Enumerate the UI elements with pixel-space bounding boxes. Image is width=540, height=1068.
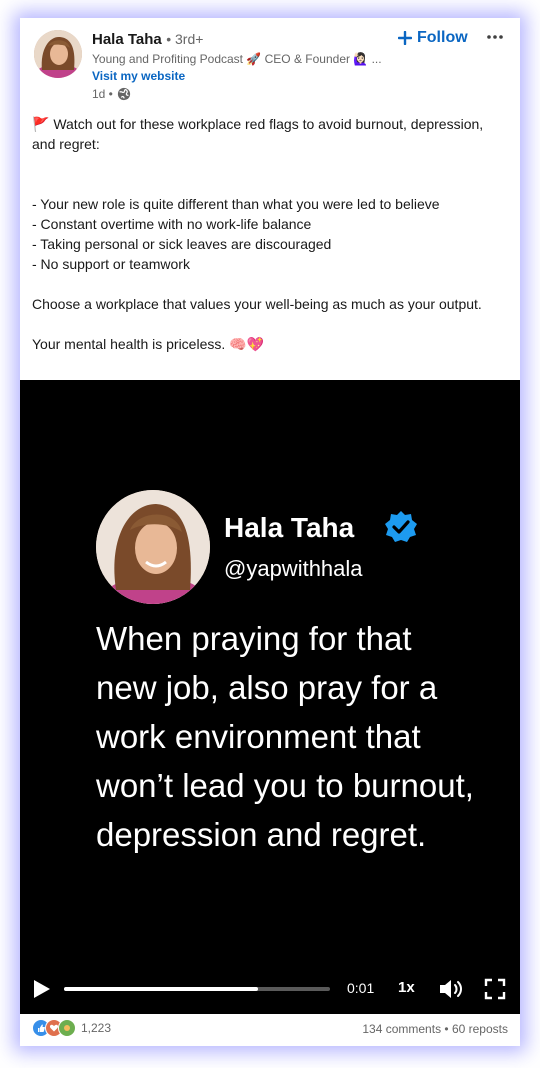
- author-headline: Young and Profiting Podcast 🚀 CEO & Foun…: [92, 52, 382, 66]
- fullscreen-icon[interactable]: [484, 978, 506, 1000]
- video-author-name: Hala Taha: [224, 512, 355, 543]
- author-name[interactable]: Hala Taha: [92, 31, 162, 48]
- social-counts: 1,223 134 comments • 60 reposts: [20, 1016, 520, 1044]
- video-player[interactable]: Hala Taha @yapwithhala When praying for …: [20, 380, 520, 1014]
- support-reaction-icon: [58, 1019, 76, 1037]
- play-icon[interactable]: [32, 978, 52, 1000]
- reaction-count: 1,223: [81, 1021, 112, 1035]
- visit-website-link[interactable]: Visit my website: [92, 69, 185, 83]
- engagement-stats: 134 comments • 60 reposts: [362, 1022, 508, 1036]
- post-line: 🚩 Watch out for these workplace red flag…: [32, 116, 484, 152]
- follow-label: Follow: [417, 29, 468, 46]
- post-line: - Your new role is quite different than …: [32, 196, 440, 212]
- author-name-row: Hala Taha • 3rd+: [92, 31, 203, 49]
- progress-fill: [64, 987, 259, 991]
- plus-icon: [398, 31, 412, 45]
- post-line: Choose a workplace that values your well…: [32, 296, 482, 312]
- volume-icon[interactable]: [438, 977, 464, 1001]
- video-avatar: [96, 490, 210, 604]
- post-time: 1d •: [92, 87, 113, 101]
- post-meta: 1d •: [92, 87, 131, 101]
- stats-separator: •: [444, 1022, 449, 1036]
- ellipsis-icon: [487, 35, 503, 39]
- post-text: 🚩 Watch out for these workplace red flag…: [32, 114, 508, 354]
- more-options-button[interactable]: [484, 26, 506, 48]
- globe-icon: [117, 87, 131, 101]
- post-line: - No support or teamwork: [32, 256, 190, 272]
- reactions-summary[interactable]: 1,223: [32, 1019, 111, 1037]
- playback-speed-button[interactable]: 1x: [398, 979, 415, 996]
- video-quote: When praying for that new job, also pray…: [96, 620, 474, 853]
- reposts-count[interactable]: 60 reposts: [452, 1022, 508, 1036]
- author-avatar[interactable]: [34, 30, 82, 78]
- current-time: 0:01: [347, 980, 375, 996]
- post-card: Hala Taha • 3rd+ Young and Profiting Pod…: [20, 18, 520, 1046]
- comments-count[interactable]: 134 comments: [362, 1022, 441, 1036]
- post-line: Your mental health is priceless. 🧠💖: [32, 336, 265, 352]
- video-controls: 0:01 1x: [20, 970, 520, 1010]
- post-line: - Taking personal or sick leaves are dis…: [32, 236, 332, 252]
- video-handle: @yapwithhala: [224, 556, 363, 581]
- follow-button[interactable]: Follow: [398, 26, 468, 50]
- verified-icon: [385, 511, 417, 542]
- post-line: - Constant overtime with no work-life ba…: [32, 216, 312, 232]
- progress-bar[interactable]: [64, 987, 330, 991]
- connection-degree: • 3rd+: [166, 31, 204, 47]
